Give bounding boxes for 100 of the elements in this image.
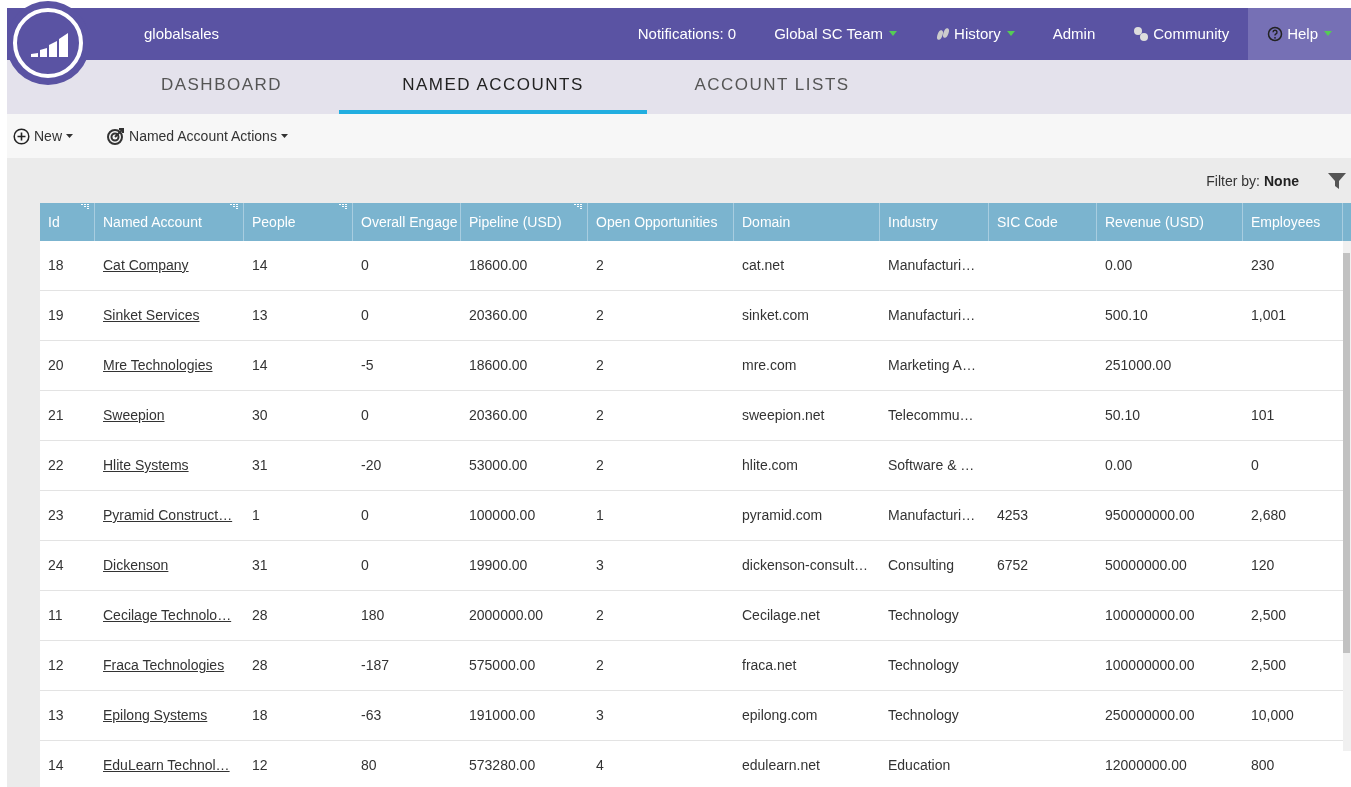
table-cell-text: sinket.com [742, 306, 809, 325]
table-cell-text: 101 [1251, 406, 1275, 425]
account-link[interactable]: Mre Technologies [103, 355, 213, 376]
table-cell-text: 13 [48, 706, 64, 725]
table-cell-text: 31 [252, 456, 268, 475]
table-cell-text: mre.com [742, 356, 797, 375]
table-cell-text: 21 [48, 406, 64, 425]
table-cell-text: 14 [252, 256, 268, 275]
table-cell-text: Technology [888, 606, 959, 625]
nav-link[interactable]: Global SC Team [755, 8, 917, 60]
table-cell-text: 250000000.00 [1105, 706, 1195, 725]
table-cell-text: 1 [596, 506, 604, 525]
table-cell-text: 0 [361, 406, 369, 425]
table-cell-text: 100000.00 [469, 506, 536, 525]
nav-link[interactable]: Notifications: 0 [618, 8, 756, 60]
table-cell-text: 18 [252, 706, 268, 725]
table-cell-text: 180 [361, 606, 385, 625]
table-cell-text: cat.net [742, 256, 785, 275]
bubbles-icon [1133, 26, 1150, 42]
nav-link[interactable]: Help [1248, 8, 1351, 60]
table-cell-text: -63 [361, 706, 382, 725]
table-cell-text: 12 [48, 656, 64, 675]
account-link[interactable]: EduLearn Technol… [103, 755, 230, 776]
caret-icon [280, 133, 288, 139]
table-cell-text: edulearn.net [742, 756, 820, 775]
nav-link[interactable]: Community [1114, 8, 1249, 60]
table-cell-text: 2 [596, 256, 604, 275]
resize-grip-icon[interactable] [81, 204, 90, 210]
account-link[interactable]: Cat Company [103, 255, 189, 276]
table-cell-text: 24 [48, 556, 64, 575]
account-link[interactable]: Sinket Services [103, 305, 200, 326]
table-cell-text: Manufacturi… [888, 306, 976, 325]
table-cell-text: 0 [1251, 456, 1259, 475]
account-link[interactable]: Dickenson [103, 555, 169, 576]
table-cell-text: 13 [252, 306, 268, 325]
account-link[interactable]: Epilong Systems [103, 705, 208, 726]
table-cell-text: 2,500 [1251, 656, 1287, 675]
account-link[interactable]: Pyramid Construct… [103, 505, 233, 526]
filter-icon[interactable] [1327, 172, 1347, 190]
table-cell-text: 10,000 [1251, 706, 1294, 725]
nav-link[interactable]: Admin [1033, 8, 1115, 60]
toolbar-button[interactable]: New [13, 125, 73, 147]
tab[interactable]: ACCOUNT LISTS [647, 60, 897, 114]
filter-label: Filter by: [1206, 171, 1260, 191]
table-cell-text: 251000.00 [1105, 356, 1172, 375]
table-cell-text: 950000000.00 [1105, 506, 1195, 525]
table-cell-text: 50.10 [1105, 406, 1141, 425]
table-cell-text: 4253 [997, 506, 1029, 525]
account-link[interactable]: Hlite Systems [103, 455, 189, 476]
account-link[interactable]: Fraca Technologies [103, 655, 225, 676]
table-cell-text: Consulting [888, 556, 955, 575]
table-cell-text: epilong.com [742, 706, 818, 725]
table-cell-text: 3 [596, 706, 604, 725]
table-cell-text: 0.00 [1105, 456, 1133, 475]
table-cell-text: 30 [252, 406, 268, 425]
table-cell-text: 23 [48, 506, 64, 525]
table-cell-text: 2 [596, 406, 604, 425]
account-link[interactable]: Sweepion [103, 405, 165, 426]
table-cell-text: 100000000.00 [1105, 656, 1195, 675]
table-cell-text: 6752 [997, 556, 1029, 575]
table-cell-text: 0 [361, 506, 369, 525]
table-cell-text: 100000000.00 [1105, 606, 1195, 625]
scrollbar[interactable] [1343, 241, 1351, 751]
table-cell-text: 14 [252, 356, 268, 375]
table-cell-text: 18 [48, 256, 64, 275]
table-cell-text: 80 [361, 756, 377, 775]
table-cell-text: hlite.com [742, 456, 799, 475]
table-cell-text: 2000000.00 [469, 606, 543, 625]
table-cell-text: Cecilage.net [742, 606, 820, 625]
table-cell-text: 19 [48, 306, 64, 325]
table-cell-text: 50000000.00 [1105, 556, 1187, 575]
nav-link[interactable]: History [916, 8, 1034, 60]
table-cell-text: 12000000.00 [1105, 756, 1187, 775]
table-cell-text: 18600.00 [469, 356, 528, 375]
table-cell-text: 22 [48, 456, 64, 475]
table-cell-text: -5 [361, 356, 374, 375]
table-cell-text: 2,680 [1251, 506, 1287, 525]
table-cell-text: 28 [252, 656, 268, 675]
table-cell-text: 2 [596, 656, 604, 675]
table-cell-text: 53000.00 [469, 456, 528, 475]
table-cell-text: dickenson-consult… [742, 556, 869, 575]
resize-grip-icon[interactable] [339, 204, 348, 210]
table-cell-text: Manufacturi… [888, 256, 976, 275]
toolbar-button[interactable]: Named Account Actions [107, 125, 288, 147]
account-link[interactable]: Cecilage Technolo… [103, 605, 232, 626]
table-cell-text: 230 [1251, 256, 1275, 275]
table-cell-text: Telecommu… [888, 406, 974, 425]
tab[interactable]: DASHBOARD [104, 60, 339, 114]
instance-name: globalsales [144, 23, 220, 44]
table-cell-text: 0 [361, 306, 369, 325]
table-cell-text: 11 [48, 606, 63, 625]
table-cell-text: Education [888, 756, 951, 775]
resize-grip-icon[interactable] [574, 204, 583, 210]
target-icon [107, 127, 125, 145]
table-cell-text: Manufacturi… [888, 506, 976, 525]
table-cell-text: 2 [596, 606, 604, 625]
caret-icon [66, 133, 73, 139]
table-cell-text: 120 [1251, 556, 1275, 575]
filter-value[interactable]: None [1264, 170, 1299, 192]
resize-grip-icon[interactable] [230, 204, 239, 210]
